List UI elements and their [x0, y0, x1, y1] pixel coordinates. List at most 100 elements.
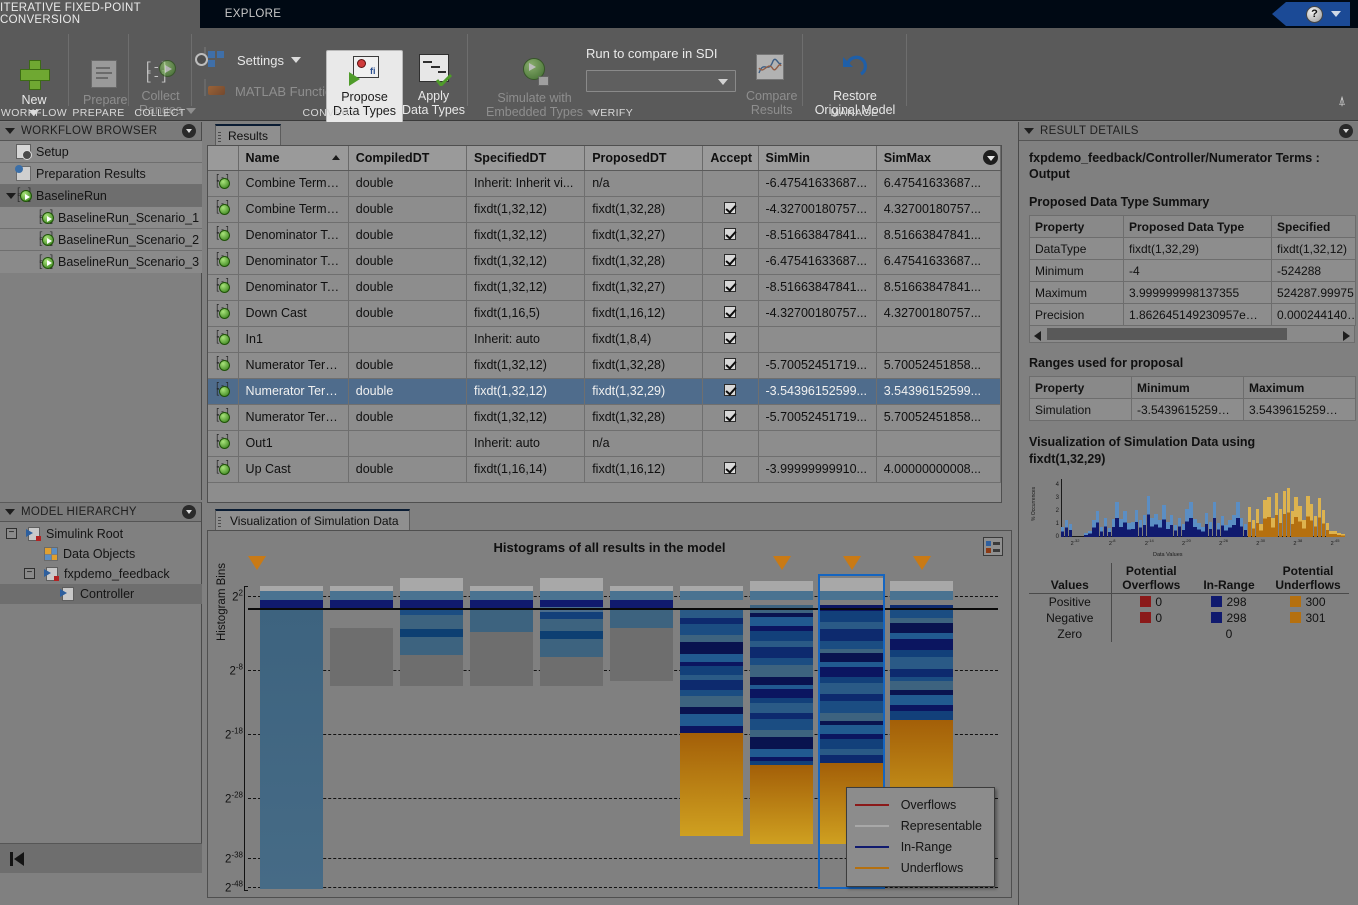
sort-ascending-icon[interactable]	[332, 155, 340, 160]
accept-checkbox[interactable]	[724, 410, 736, 422]
collapse-ribbon-button[interactable]: ⍋	[1334, 94, 1350, 110]
sidebar-item-preparation-results[interactable]: Preparation Results	[0, 163, 202, 185]
triangle-down-icon[interactable]	[5, 509, 15, 515]
accept-checkbox[interactable]	[724, 384, 736, 396]
scroll-left-icon[interactable]	[1034, 331, 1041, 341]
triangle-down-icon[interactable]	[5, 128, 15, 134]
panel-menu-icon[interactable]	[182, 124, 196, 138]
tree-item-data-objects[interactable]: Data Objects	[0, 544, 202, 564]
horizontal-scrollbar[interactable]	[1029, 326, 1355, 343]
accept-checkbox[interactable]	[724, 332, 736, 344]
tree-item-controller[interactable]: Controller	[0, 584, 202, 604]
histogram-column[interactable]	[470, 586, 533, 686]
column-header-simmin[interactable]: SimMin	[758, 146, 876, 170]
histogram-column[interactable]	[540, 578, 603, 686]
accept-checkbox[interactable]	[724, 202, 736, 214]
collapse-toggle-icon[interactable]: −	[6, 528, 17, 539]
column-header-specifieddt[interactable]: SpecifiedDT	[466, 146, 584, 170]
sidebar-item-baselinerun[interactable]: [-][-] BaselineRun	[0, 185, 202, 207]
histogram-column[interactable]	[750, 581, 813, 844]
table-row[interactable]: [-][-]Down Castdoublefixdt(1,16,5)fixdt(…	[208, 300, 1001, 326]
panel-menu-icon[interactable]	[1339, 124, 1353, 138]
histogram-column[interactable]	[610, 586, 673, 681]
table-row[interactable]: [-][-]Numerator Term...doublefixdt(1,32,…	[208, 404, 1001, 430]
column-header-name[interactable]: Name	[238, 146, 348, 170]
matlab-functions-button[interactable]: MATLAB Functions	[204, 80, 346, 102]
column-header-compileddt[interactable]: CompiledDT	[348, 146, 466, 170]
settings-button[interactable]: Settings	[204, 48, 301, 72]
go-to-start-icon[interactable]	[10, 852, 24, 866]
accept-checkbox[interactable]	[724, 462, 736, 474]
table-row[interactable]: [-][-]In1Inherit: autofixdt(1,8,4)	[208, 326, 1001, 352]
table-row[interactable]: [-][-]Out1Inherit: auton/a	[208, 430, 1001, 456]
table-row[interactable]: [-][-]Numerator Term...doublefixdt(1,32,…	[208, 378, 1001, 404]
expander-triangle-icon[interactable]	[6, 193, 16, 199]
run-to-compare-dropdown[interactable]	[586, 70, 736, 92]
accept-checkbox-cell[interactable]	[703, 248, 758, 274]
accept-checkbox-cell[interactable]	[703, 274, 758, 300]
column-marker-arrow-icon[interactable]	[913, 556, 931, 570]
histogram-column[interactable]	[680, 586, 743, 836]
chevron-down-icon[interactable]	[1331, 11, 1341, 17]
tab-explore[interactable]: EXPLORE	[205, 0, 301, 28]
tree-item-simulink-root[interactable]: − Simulink Root	[0, 524, 202, 544]
tab-visualization-of-simulation-data[interactable]: Visualization of Simulation Data	[215, 509, 410, 531]
help-cluster[interactable]: ?	[1272, 2, 1350, 26]
accept-checkbox[interactable]	[724, 228, 736, 240]
scrollbar-thumb[interactable]	[1047, 328, 1287, 340]
accept-checkbox-cell[interactable]	[703, 300, 758, 326]
chevron-down-icon[interactable]	[718, 79, 728, 85]
accept-checkbox[interactable]	[724, 280, 736, 292]
table-row[interactable]: [-][-]Numerator Term...doublefixdt(1,32,…	[208, 352, 1001, 378]
column-marker-arrow-icon[interactable]	[248, 556, 266, 570]
accept-checkbox[interactable]	[724, 254, 736, 266]
accept-checkbox[interactable]	[724, 306, 736, 318]
accept-checkbox-cell[interactable]	[703, 326, 758, 352]
accept-checkbox[interactable]	[724, 358, 736, 370]
accept-checkbox-cell[interactable]	[703, 430, 758, 456]
accept-checkbox-cell[interactable]	[703, 196, 758, 222]
table-row[interactable]: [-][-]Denominator Ter...doublefixdt(1,32…	[208, 274, 1001, 300]
accept-checkbox-cell[interactable]	[703, 170, 758, 196]
collapse-toggle-icon[interactable]: −	[24, 568, 35, 579]
cell-sim-min: -8.51663847841...	[758, 274, 876, 300]
table-row[interactable]: [-][-]Denominator Ter...doublefixdt(1,32…	[208, 248, 1001, 274]
table-row[interactable]: [-][-]Up Castdoublefixdt(1,16,14)fixdt(1…	[208, 456, 1001, 482]
column-header-simmax[interactable]: SimMax	[876, 146, 1000, 170]
workflow-browser-header[interactable]: WORKFLOW BROWSER	[0, 122, 201, 141]
histogram-column[interactable]	[330, 586, 393, 686]
histogram-column[interactable]	[260, 586, 323, 889]
accept-checkbox-cell[interactable]	[703, 456, 758, 482]
column-marker-arrow-icon[interactable]	[843, 556, 861, 570]
sidebar-item-setup[interactable]: Setup	[0, 141, 202, 163]
tab-iterative-fixed-point-conversion[interactable]: ITERATIVE FIXED-POINT CONVERSION	[0, 0, 200, 28]
prepare-button[interactable]: Prepare	[83, 58, 127, 107]
sidebar-item-baselinerun-scenario-2[interactable]: [-][-] BaselineRun_Scenario_2	[0, 229, 202, 251]
drag-grip-icon[interactable]	[218, 517, 221, 529]
accept-checkbox-cell[interactable]	[703, 352, 758, 378]
chevron-down-icon[interactable]	[291, 57, 301, 63]
model-hierarchy-header[interactable]: MODEL HIERARCHY	[0, 503, 201, 522]
sidebar-item-baselinerun-scenario-3[interactable]: [-][-] BaselineRun_Scenario_3	[0, 251, 202, 273]
panel-menu-icon[interactable]	[182, 505, 196, 519]
drag-grip-icon[interactable]	[218, 132, 221, 144]
accept-checkbox-cell[interactable]	[703, 222, 758, 248]
triangle-down-icon[interactable]	[1024, 128, 1034, 134]
accept-checkbox-cell[interactable]	[703, 404, 758, 430]
column-marker-arrow-icon[interactable]	[773, 556, 791, 570]
legend-toggle-button[interactable]	[983, 537, 1003, 556]
tab-results[interactable]: Results	[215, 124, 281, 146]
scroll-right-icon[interactable]	[1343, 331, 1350, 341]
histogram-column[interactable]	[400, 578, 463, 686]
table-row[interactable]: [-][-]Combine Terms ...doublefixdt(1,32,…	[208, 196, 1001, 222]
accept-checkbox-cell[interactable]	[703, 378, 758, 404]
column-header-proposeddt[interactable]: ProposedDT	[585, 146, 703, 170]
sidebar-item-baselinerun-scenario-1[interactable]: [-][-] BaselineRun_Scenario_1	[0, 207, 202, 229]
tree-item-fxpdemo-feedback[interactable]: − fxpdemo_feedback	[0, 564, 202, 584]
column-header-accept[interactable]: Accept	[703, 146, 758, 170]
help-icon[interactable]: ?	[1306, 6, 1323, 23]
column-options-button[interactable]	[983, 150, 998, 165]
table-row[interactable]: [-][-]Denominator Ter...doublefixdt(1,32…	[208, 222, 1001, 248]
result-details-header[interactable]: RESULT DETAILS	[1019, 122, 1358, 141]
table-row[interactable]: [-][-]Combine Terms ...doubleInherit: In…	[208, 170, 1001, 196]
